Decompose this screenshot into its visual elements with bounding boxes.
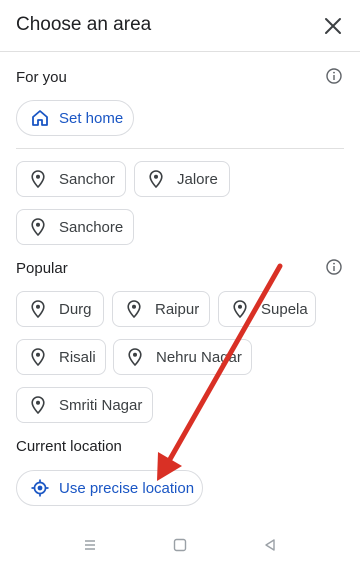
location-pin-icon — [233, 300, 247, 318]
location-pin-icon — [31, 170, 45, 188]
current-location-heading: Current location — [16, 438, 122, 455]
chip-label: Smriti Nagar — [59, 396, 143, 414]
popular-place-chip[interactable]: Durg — [16, 291, 104, 327]
home-nav-icon[interactable] — [172, 537, 188, 553]
recent-place-chip[interactable]: Jalore — [134, 161, 230, 197]
back-nav-icon[interactable] — [262, 537, 278, 553]
use-precise-location-button[interactable]: Use precise location — [16, 470, 203, 506]
system-nav-bar — [0, 525, 360, 567]
popular-place-chip[interactable]: Risali — [16, 339, 106, 375]
chip-label: Sanchore — [59, 218, 124, 236]
location-pin-icon — [31, 396, 45, 414]
location-pin-icon — [31, 348, 45, 366]
home-icon — [32, 110, 48, 126]
chip-label: Nehru Nagar — [156, 348, 242, 366]
popular-place-chip[interactable]: Nehru Nagar — [113, 339, 252, 375]
location-pin-icon — [127, 300, 141, 318]
chip-label: Durg — [59, 300, 92, 318]
recent-place-chip[interactable]: Sanchor — [16, 161, 126, 197]
for-you-heading: For you — [16, 69, 67, 86]
location-pin-icon — [149, 170, 163, 188]
location-pin-icon — [31, 218, 45, 236]
recent-place-chip[interactable]: Sanchore — [16, 209, 134, 245]
recents-nav-icon[interactable] — [82, 537, 98, 553]
dialog-header: Choose an area — [0, 0, 360, 52]
info-icon[interactable] — [326, 259, 342, 275]
section-divider — [16, 148, 344, 149]
location-pin-icon — [128, 348, 142, 366]
dialog-title: Choose an area — [16, 14, 152, 35]
chip-label: Sanchor — [59, 170, 115, 188]
chip-label: Raipur — [155, 300, 200, 318]
popular-heading: Popular — [16, 260, 68, 277]
close-icon[interactable] — [324, 17, 342, 35]
popular-place-chip[interactable]: Supela — [218, 291, 316, 327]
popular-place-chip[interactable]: Smriti Nagar — [16, 387, 153, 423]
use-precise-location-label: Use precise location — [59, 479, 195, 497]
chip-label: Jalore — [177, 170, 218, 188]
info-icon[interactable] — [326, 68, 342, 84]
chip-label: Risali — [59, 348, 96, 366]
set-home-button[interactable]: Set home — [16, 100, 134, 136]
set-home-label: Set home — [59, 109, 124, 127]
my-location-icon — [31, 479, 49, 497]
location-pin-icon — [31, 300, 45, 318]
popular-place-chip[interactable]: Raipur — [112, 291, 210, 327]
chip-label: Supela — [261, 300, 308, 318]
